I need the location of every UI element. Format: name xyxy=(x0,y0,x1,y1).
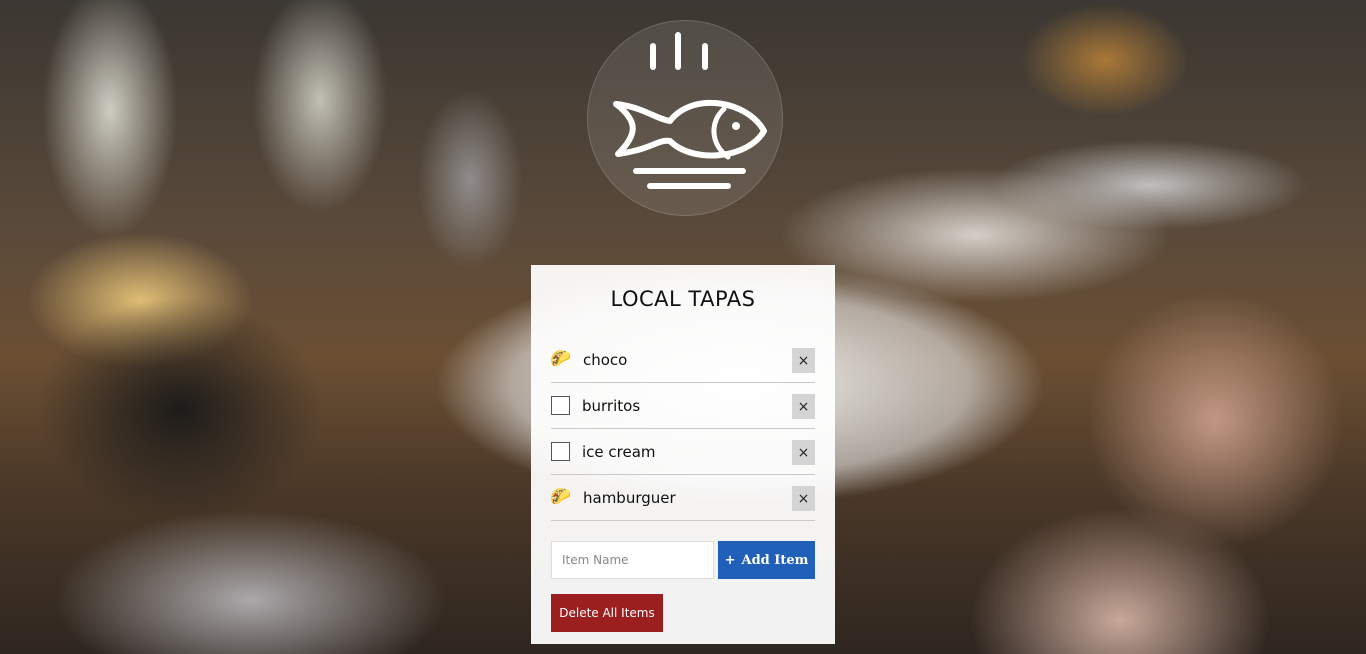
delete-item-button[interactable]: × xyxy=(792,348,815,373)
fish-plate-icon xyxy=(613,32,767,189)
list-item: 🌮 choco × xyxy=(550,337,815,383)
item-name-input[interactable] xyxy=(551,541,714,579)
checkbox[interactable] xyxy=(551,396,570,415)
item-label: burritos xyxy=(582,396,641,415)
checkbox[interactable] xyxy=(551,442,570,461)
delete-all-button[interactable]: Delete All Items xyxy=(551,594,663,632)
delete-item-button[interactable]: × xyxy=(792,440,815,465)
list-item: burritos × xyxy=(551,383,815,429)
list-item: 🌮 hamburguer × xyxy=(550,475,815,521)
page-title: LOCAL TAPAS xyxy=(610,287,756,311)
logo xyxy=(587,20,783,216)
list-item: ice cream × xyxy=(551,429,815,475)
item-label: ice cream xyxy=(582,442,656,461)
item-label: hamburguer xyxy=(583,488,676,507)
item-list: 🌮 choco × burritos × ice cream × 🌮 hambu… xyxy=(550,337,815,521)
taco-checkbox-icon[interactable]: 🌮 xyxy=(550,488,571,508)
plus-icon: + xyxy=(724,552,736,568)
todo-card: LOCAL TAPAS 🌮 choco × burritos × ice cre… xyxy=(531,265,835,644)
delete-item-button[interactable]: × xyxy=(792,486,815,511)
add-item-form: + Add Item xyxy=(551,541,815,579)
add-item-label: Add Item xyxy=(741,552,809,568)
taco-checkbox-icon[interactable]: 🌮 xyxy=(550,350,571,370)
item-label: choco xyxy=(583,350,628,369)
add-item-button[interactable]: + Add Item xyxy=(718,541,815,579)
delete-item-button[interactable]: × xyxy=(792,394,815,419)
